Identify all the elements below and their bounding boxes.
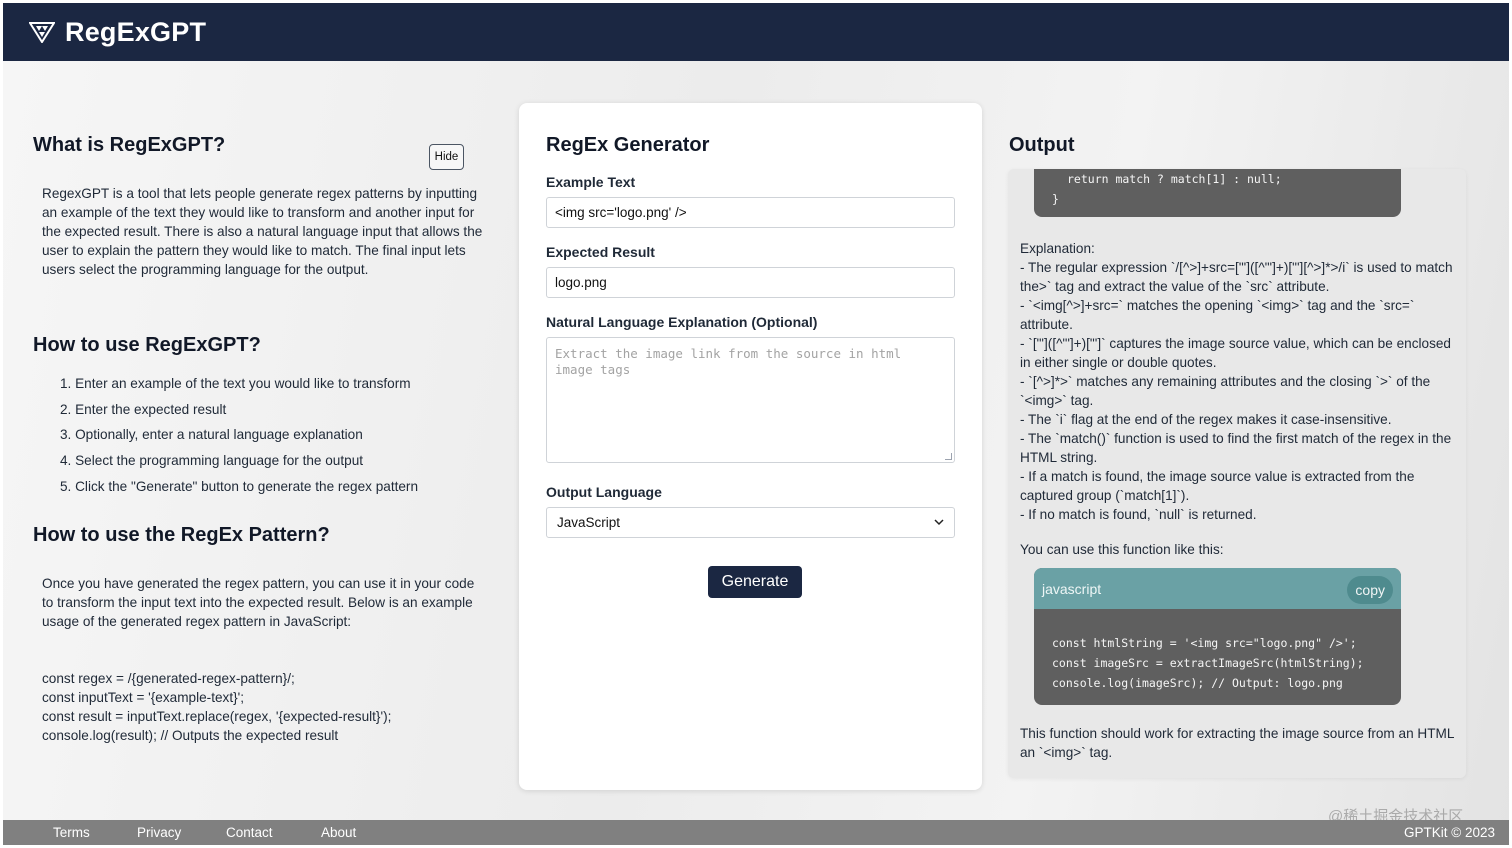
explanation-line: - The `i` flag at the end of the regex m… [1020,412,1392,427]
code-line: const imageSrc = extractImageSrc(htmlStr… [1052,656,1364,670]
code-line: const inputText = '{example-text}'; [42,690,245,705]
top-bar: RegExGPT [3,3,1509,61]
code-line: console.log(result); // Outputs the expe… [42,728,339,743]
nl-explanation-label: Natural Language Explanation (Optional) [546,314,818,330]
step-item: 3. Optionally, enter a natural language … [60,427,363,443]
output-panel[interactable]: return match ? match[1] : null; } Explan… [1008,169,1466,778]
code-block-top: return match ? match[1] : null; } [1034,169,1401,217]
explanation-line: - If a match is found, the image source … [1020,469,1415,503]
footer-link-about[interactable]: About [321,825,356,840]
copyright: GPTKit © 2023 [1404,825,1495,840]
about-title: What is RegExGPT? [33,134,226,156]
resize-handle-icon[interactable] [945,453,952,460]
nl-placeholder: Extract the image link from the source i… [555,346,902,377]
expected-result-input[interactable]: logo.png [546,267,955,298]
usage-code-block: javascript copy const htmlString = '<img… [1034,568,1401,705]
code-line: console.log(imageSrc); // Output: logo.p… [1052,676,1343,690]
about-text: RegexGPT is a tool that lets people gene… [42,186,483,277]
code-line: } [1052,192,1059,206]
closing-text: This function should work for extracting… [1020,726,1454,760]
explanation-line: - If no match is found, `null` is return… [1020,507,1257,522]
generate-button[interactable]: Generate [708,566,802,598]
step-item: 2. Enter the expected result [60,401,227,417]
explanation-text: Explanation: - The regular expression `/… [1020,239,1458,524]
nl-explanation-textarea[interactable]: Extract the image link from the source i… [546,337,955,463]
output-language-label: Output Language [546,484,662,500]
pattern-text: Once you have generated the regex patter… [42,576,475,629]
pattern-title: How to use the RegEx Pattern? [33,524,330,546]
explanation-line: - The regular expression `/[^>]+src=["']… [1020,260,1453,294]
output-language-select[interactable]: JavaScript [546,507,955,538]
footer-link-privacy[interactable]: Privacy [137,825,181,840]
step-item: 5. Click the "Generate" button to genera… [60,478,419,494]
generator-title: RegEx Generator [546,134,710,156]
explanation-line: - `<img[^>]+src=` matches the opening `<… [1020,298,1415,332]
explanation-line: - `["']([^"']+)["']` captures the image … [1020,336,1451,370]
step-item: 4. Select the programming language for t… [60,453,364,469]
code-line: const regex = /{generated-regex-pattern}… [42,671,295,686]
expected-result-label: Expected Result [546,244,655,260]
hide-button[interactable]: Hide [429,144,464,170]
example-code: const regex = /{generated-regex-pattern}… [42,669,492,745]
code-block-header: javascript copy [1034,568,1401,609]
example-text-label: Example Text [546,174,636,190]
app-window: RegExGPT What is RegExGPT? Hide RegexGPT… [3,3,1509,845]
step-item: 1. Enter an example of the text you woul… [60,376,411,391]
selected-language: JavaScript [557,515,621,530]
explanation-line: Explanation: [1020,241,1095,256]
footer-link-contact[interactable]: Contact [226,825,273,840]
logo-icon [29,22,55,43]
code-language: javascript [1042,580,1102,597]
explanation-line: - `[^>]*>` matches any remaining attribu… [1020,374,1431,408]
howto-title: How to use RegExGPT? [33,334,261,356]
code-line: const result = inputText.replace(regex, … [42,709,392,724]
usage-intro: You can use this function like this: [1020,542,1224,557]
code-line: return match ? match[1] : null; [1067,172,1282,186]
generator-card: RegEx Generator Example Text <img src='l… [519,103,982,790]
example-text-input[interactable]: <img src='logo.png' /> [546,197,955,228]
footer-link-terms[interactable]: Terms [53,825,90,840]
code-body: const htmlString = '<img src="logo.png" … [1034,609,1401,693]
copy-button[interactable]: copy [1347,576,1393,604]
output-title: Output [1009,134,1075,156]
code-line: const htmlString = '<img src="logo.png" … [1052,636,1357,650]
steps-list: 1. Enter an example of the text you woul… [60,371,500,500]
chevron-down-icon [934,519,944,526]
explanation-line: - The `match()` function is used to find… [1020,431,1452,465]
footer: Terms Privacy Contact About GPTKit © 202… [3,820,1509,845]
brand-name[interactable]: RegExGPT [65,17,206,48]
